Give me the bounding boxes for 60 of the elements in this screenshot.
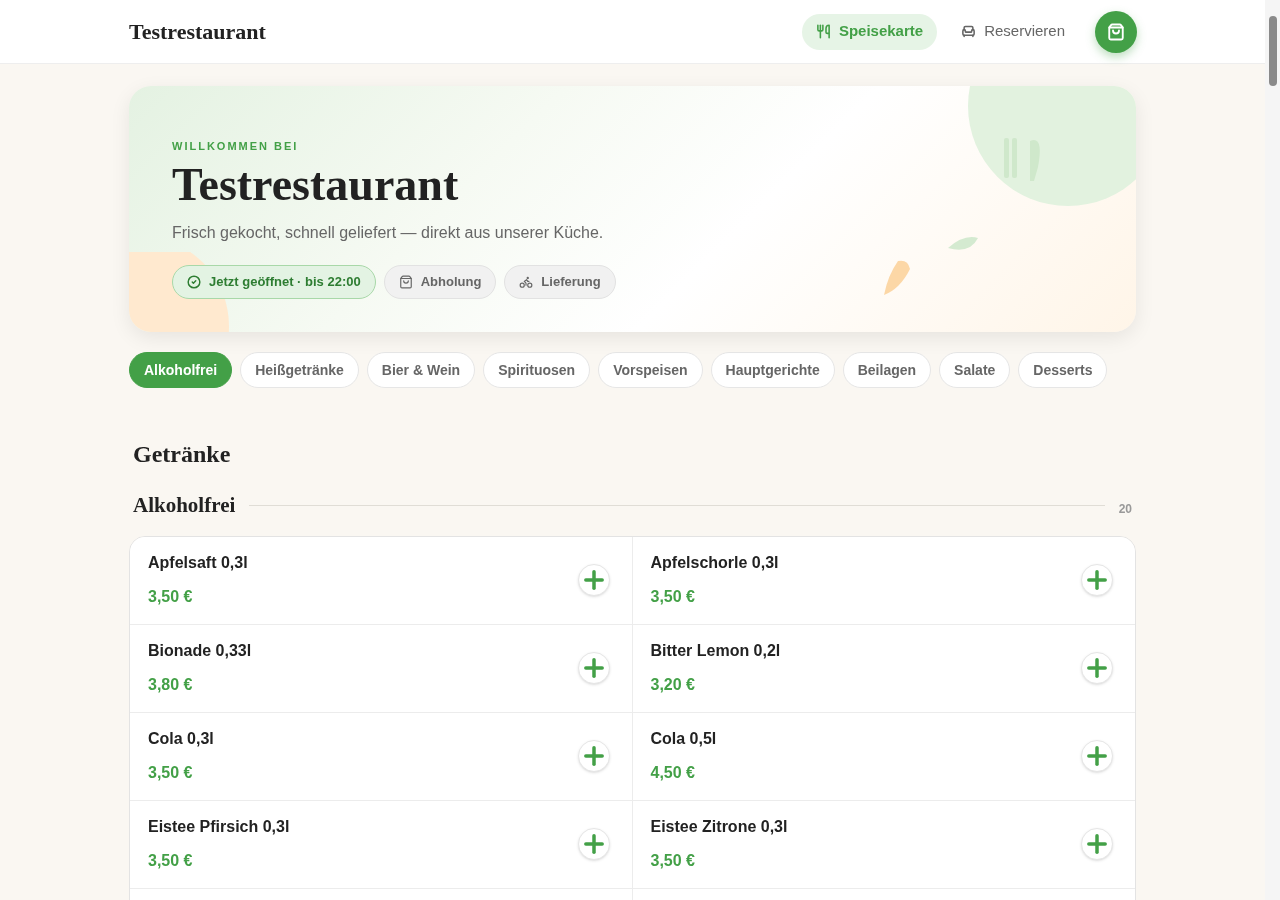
scrollbar[interactable] <box>1265 0 1280 900</box>
menu-item-card[interactable]: Eistee Zitrone 0,3l 3,50 € <box>632 800 1135 889</box>
category-tab[interactable]: Spirituosen <box>483 352 591 388</box>
item-name: Apfelschorle 0,3l <box>650 553 779 573</box>
menu-item-card[interactable]: Cola 0,3l 3,50 € <box>130 712 633 801</box>
item-name: Cola 0,3l <box>148 729 214 749</box>
item-price: 3,50 € <box>650 851 696 871</box>
add-button[interactable] <box>1081 564 1113 596</box>
item-price: 3,50 € <box>650 587 696 607</box>
add-button[interactable] <box>577 652 610 684</box>
item-price: 4,50 € <box>650 763 696 783</box>
item-name: Bionade 0,33l <box>148 641 252 661</box>
item-name: Eistee Zitrone 0,3l <box>650 817 788 837</box>
add-button[interactable] <box>1081 652 1113 684</box>
item-name: Bitter Lemon 0,2l <box>650 641 781 661</box>
item-price: 3,50 € <box>148 587 194 607</box>
category-tab[interactable]: Hauptgerichte <box>710 352 835 388</box>
category-tab[interactable]: Heißgetränke <box>240 352 359 388</box>
item-price: 3,80 € <box>148 675 194 695</box>
category-tab[interactable]: Beilagen <box>842 352 932 388</box>
chair-icon <box>961 24 977 39</box>
status-badge: Abholung <box>383 264 497 299</box>
category-tab[interactable]: Bier & Wein <box>366 352 476 388</box>
add-button[interactable] <box>1081 740 1113 772</box>
welcome-eyebrow: WILLKOMMEN BEI <box>172 139 299 154</box>
item-count: 20 <box>1118 500 1132 518</box>
cart-button[interactable] <box>1095 10 1137 53</box>
hero-subtitle: Frisch gekocht, schnell geliefert — direkt aus unserer Küche. <box>172 222 604 243</box>
item-name: Eistee Pfirsich 0,3l <box>148 817 290 837</box>
bag-icon <box>398 274 413 289</box>
menu-item-card[interactable]: Bionade 0,33l 3,80 € <box>130 624 633 713</box>
add-button[interactable] <box>1081 828 1113 860</box>
item-name: Cola 0,5l <box>650 729 717 749</box>
item-price: 3,50 € <box>148 763 194 783</box>
subsection-title: Alkoholfrei <box>133 492 236 519</box>
category-tab[interactable]: Alkoholfrei <box>129 352 233 388</box>
menu-item-card[interactable]: Bitter Lemon 0,2l 3,20 € <box>632 624 1135 713</box>
item-price: 3,50 € <box>148 851 194 871</box>
status-badge: Lieferung <box>504 264 616 299</box>
nav-link[interactable]: Reservieren <box>947 13 1079 50</box>
menu-item-card[interactable]: Apfelschorle 0,3l 3,50 € <box>632 536 1135 625</box>
add-button[interactable] <box>577 828 610 860</box>
category-tab[interactable]: Desserts <box>1018 352 1108 388</box>
item-price: 3,20 € <box>650 675 696 695</box>
category-tab[interactable]: Salate <box>939 352 1011 388</box>
section-title: Getränke <box>133 440 232 469</box>
bicycle-icon <box>519 274 534 289</box>
category-tab[interactable]: Vorspeisen <box>598 352 703 388</box>
brand-name[interactable]: Testrestaurant <box>129 15 266 48</box>
check-circle-icon <box>187 274 201 289</box>
menu-item-card[interactable]: Apfelsaft 0,3l 3,50 € <box>130 536 633 625</box>
bag-icon <box>1107 22 1125 41</box>
status-badge: Jetzt geöffnet · bis 22:00 <box>172 264 376 299</box>
item-name: Apfelsaft 0,3l <box>148 553 248 573</box>
hero-title: Testrestaurant <box>172 157 459 212</box>
utensils-icon <box>815 24 831 39</box>
add-button[interactable] <box>577 740 610 772</box>
add-button[interactable] <box>577 564 610 596</box>
menu-item-card[interactable]: Cola 0,5l 4,50 € <box>632 712 1135 801</box>
menu-item-card[interactable]: Eistee Pfirsich 0,3l 3,50 € <box>130 800 633 889</box>
